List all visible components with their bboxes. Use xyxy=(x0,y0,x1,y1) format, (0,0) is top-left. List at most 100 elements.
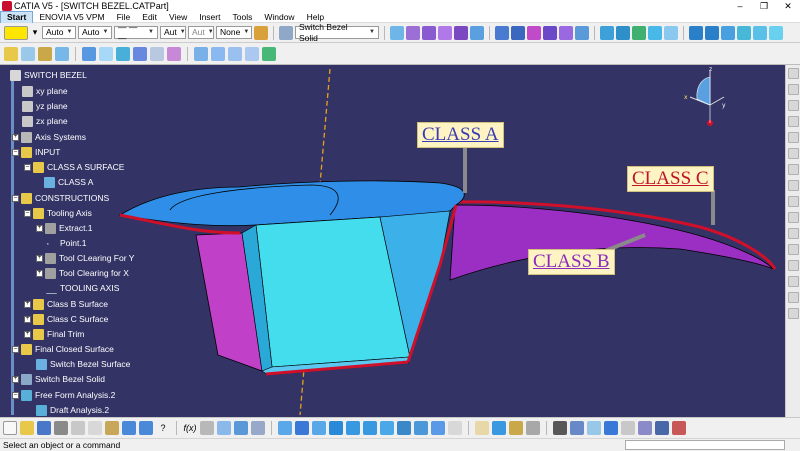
split-solid-icon[interactable] xyxy=(575,25,589,40)
split-icon[interactable] xyxy=(422,25,436,40)
swap-space-icon[interactable] xyxy=(448,421,462,435)
connect-checker-icon[interactable] xyxy=(664,25,678,40)
tree-item[interactable]: CLASS A xyxy=(44,175,93,189)
toolbar-button[interactable] xyxy=(787,68,799,79)
toolbar-button[interactable] xyxy=(787,244,799,255)
painter-icon[interactable] xyxy=(254,25,268,40)
line-thickness-combo[interactable]: Auto ▼ xyxy=(78,26,112,39)
tree-item[interactable]: – CONSTRUCTIONS xyxy=(12,191,109,205)
zoom-in-icon[interactable] xyxy=(346,421,360,435)
tree-root[interactable]: SWITCH BEZEL xyxy=(10,68,87,82)
zoom-out-icon[interactable] xyxy=(363,421,377,435)
copy-icon[interactable] xyxy=(88,421,102,435)
maximize-button[interactable]: ❐ xyxy=(752,0,776,12)
new-file-icon[interactable] xyxy=(4,46,18,61)
render-icon[interactable] xyxy=(655,421,669,435)
help-icon[interactable]: ? xyxy=(156,421,170,435)
toolbar-button[interactable] xyxy=(787,228,799,239)
toolbar-button[interactable] xyxy=(787,308,799,319)
menu-view[interactable]: View xyxy=(163,12,193,23)
color-swatch[interactable] xyxy=(4,25,28,40)
expand-icon[interactable]: + xyxy=(12,133,19,141)
edge-fillet-icon[interactable] xyxy=(194,46,208,61)
toolbar-button[interactable] xyxy=(787,212,799,223)
paste-icon[interactable] xyxy=(105,421,119,435)
toolbar-button[interactable] xyxy=(787,180,799,191)
chamfer-icon[interactable] xyxy=(228,46,242,61)
update-icon[interactable] xyxy=(251,421,265,435)
toolbar-button[interactable] xyxy=(787,196,799,207)
expand-icon[interactable]: + xyxy=(36,269,43,277)
redo-icon[interactable] xyxy=(139,421,153,435)
tree-item[interactable]: Draft Analysis.2 xyxy=(36,403,109,417)
circle-icon[interactable] xyxy=(753,25,767,40)
compass-icon[interactable]: z x y xyxy=(680,67,728,132)
collapse-icon[interactable]: – xyxy=(12,391,19,399)
collapse-icon[interactable]: – xyxy=(24,209,31,217)
3d-viewport[interactable]: SWITCH BEZEL xy plane yz plane zx plane … xyxy=(0,65,785,417)
expand-icon[interactable]: + xyxy=(36,254,43,262)
collapse-icon[interactable]: – xyxy=(12,194,19,202)
shading-icon[interactable] xyxy=(414,421,428,435)
sketcher-icon[interactable] xyxy=(616,25,630,40)
close-surface-icon[interactable] xyxy=(543,25,557,40)
tree-item[interactable]: · Point.1 xyxy=(46,236,86,250)
measure-between-icon[interactable] xyxy=(492,421,506,435)
annotation-icon[interactable] xyxy=(604,421,618,435)
tree-item[interactable]: + Axis Systems xyxy=(12,130,86,144)
collapse-icon[interactable]: – xyxy=(12,345,19,353)
point-combo[interactable]: Aut ▼ xyxy=(188,26,214,39)
knowledge-icon[interactable] xyxy=(217,421,231,435)
pocket-icon[interactable] xyxy=(511,25,525,40)
tree-item[interactable]: – Final Closed Surface xyxy=(12,342,114,356)
linetype-combo[interactable]: — — — ▼ xyxy=(114,22,158,43)
constraint-icon[interactable] xyxy=(38,46,52,61)
measure-icon[interactable] xyxy=(55,46,69,61)
toolbar-button[interactable] xyxy=(787,116,799,127)
menu-insert[interactable]: Insert xyxy=(193,12,226,23)
tree-item[interactable]: + Tool CLearing For Y xyxy=(36,251,134,265)
blend-icon[interactable] xyxy=(116,46,130,61)
revolve-icon[interactable] xyxy=(150,46,164,61)
analysis-icon[interactable] xyxy=(632,25,646,40)
pad-icon[interactable] xyxy=(495,25,509,40)
sweep-icon[interactable] xyxy=(167,46,181,61)
tree-item[interactable]: – Tooling Axis xyxy=(24,206,92,220)
toolbar-button[interactable] xyxy=(787,148,799,159)
tree-item[interactable]: + Final Trim xyxy=(24,327,84,341)
ghost-icon[interactable] xyxy=(638,421,652,435)
tree-item[interactable]: + Class B Surface xyxy=(24,297,108,311)
3d-curve-icon[interactable] xyxy=(82,46,96,61)
fill-icon[interactable] xyxy=(99,46,113,61)
pan-icon[interactable] xyxy=(312,421,326,435)
extract-icon[interactable] xyxy=(390,25,404,40)
sketch-tools-icon[interactable] xyxy=(553,421,567,435)
menu-enovia[interactable]: ENOVIA V5 VPM xyxy=(33,12,110,23)
expand-icon[interactable]: + xyxy=(24,315,31,323)
collapse-icon[interactable]: – xyxy=(24,163,31,171)
join-icon[interactable] xyxy=(406,25,420,40)
tree-item[interactable]: zx plane xyxy=(22,114,68,128)
spline-icon[interactable] xyxy=(769,25,783,40)
thick-surface-icon[interactable] xyxy=(527,25,541,40)
fly-mode-icon[interactable] xyxy=(278,421,292,435)
snapshot-icon[interactable] xyxy=(587,421,601,435)
tree-item[interactable]: – Free Form Analysis.2 xyxy=(12,388,115,402)
formula-icon[interactable]: f(x) xyxy=(183,421,197,435)
toolbar-button[interactable] xyxy=(787,164,799,175)
catalog-icon[interactable] xyxy=(200,421,214,435)
tree-item[interactable]: yz plane xyxy=(22,99,68,113)
compass-reset-icon[interactable] xyxy=(621,421,635,435)
section-icon[interactable] xyxy=(570,421,584,435)
tree-item[interactable]: + Tool Clearing for X xyxy=(36,266,129,280)
collapse-icon[interactable]: – xyxy=(12,148,19,156)
apply-material-icon[interactable] xyxy=(475,421,489,435)
hide-show-icon[interactable] xyxy=(431,421,445,435)
fit-all-icon[interactable] xyxy=(295,421,309,435)
expand-icon[interactable]: + xyxy=(12,375,19,383)
measure-inertia-icon[interactable] xyxy=(526,421,540,435)
iso-view-icon[interactable] xyxy=(397,421,411,435)
tree-item[interactable]: – CLASS A SURFACE xyxy=(24,160,124,174)
expand-icon[interactable]: + xyxy=(24,330,31,338)
trim-icon[interactable] xyxy=(438,25,452,40)
